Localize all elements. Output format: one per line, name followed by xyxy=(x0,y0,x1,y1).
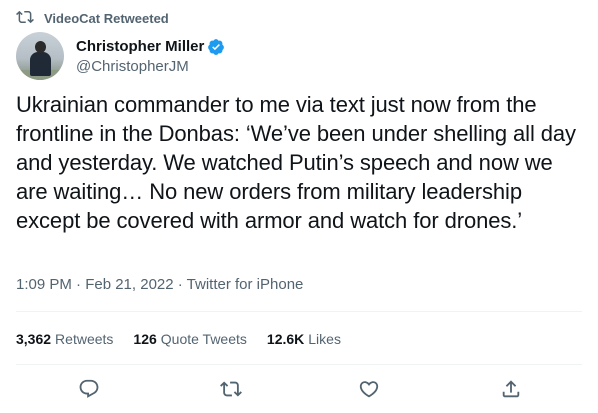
retweet-banner: VideoCat Retweeted xyxy=(16,8,169,29)
retweets-count: 3,362 xyxy=(16,331,52,347)
retweets-label: Retweets xyxy=(55,331,114,347)
reply-icon[interactable] xyxy=(78,378,100,400)
tweet-text: Ukrainian commander to me via text just … xyxy=(16,92,576,233)
quote-tweets-label: Quote Tweets xyxy=(160,331,247,347)
tweet-author: Christopher Miller @ChristopherJM xyxy=(16,32,225,80)
likes-stat[interactable]: 12.6K Likes xyxy=(267,331,341,347)
avatar[interactable] xyxy=(16,32,64,80)
quote-tweets-stat[interactable]: 126 Quote Tweets xyxy=(133,331,247,347)
divider xyxy=(16,364,582,365)
author-names: Christopher Miller @ChristopherJM xyxy=(76,38,225,75)
divider xyxy=(16,311,582,312)
tweet-timestamp[interactable]: 1:09 PM · Feb 21, 2022 · Twitter for iPh… xyxy=(16,276,303,293)
retweet-icon xyxy=(16,8,34,29)
like-icon[interactable] xyxy=(358,378,380,400)
quote-tweets-count: 126 xyxy=(133,331,157,347)
retweets-stat[interactable]: 3,362 Retweets xyxy=(16,331,113,347)
retweet-banner-text[interactable]: VideoCat Retweeted xyxy=(44,11,169,26)
tweet-actions xyxy=(0,376,598,404)
author-handle[interactable]: @ChristopherJM xyxy=(76,58,225,75)
share-icon[interactable] xyxy=(500,378,522,400)
tweet-stats: 3,362 Retweets 126 Quote Tweets 12.6K Likes xyxy=(16,331,341,347)
retweet-icon[interactable] xyxy=(220,378,242,400)
likes-label: Likes xyxy=(308,331,341,347)
verified-badge-icon xyxy=(207,38,225,56)
author-display-name[interactable]: Christopher Miller xyxy=(76,38,204,55)
likes-count: 12.6K xyxy=(266,331,305,347)
